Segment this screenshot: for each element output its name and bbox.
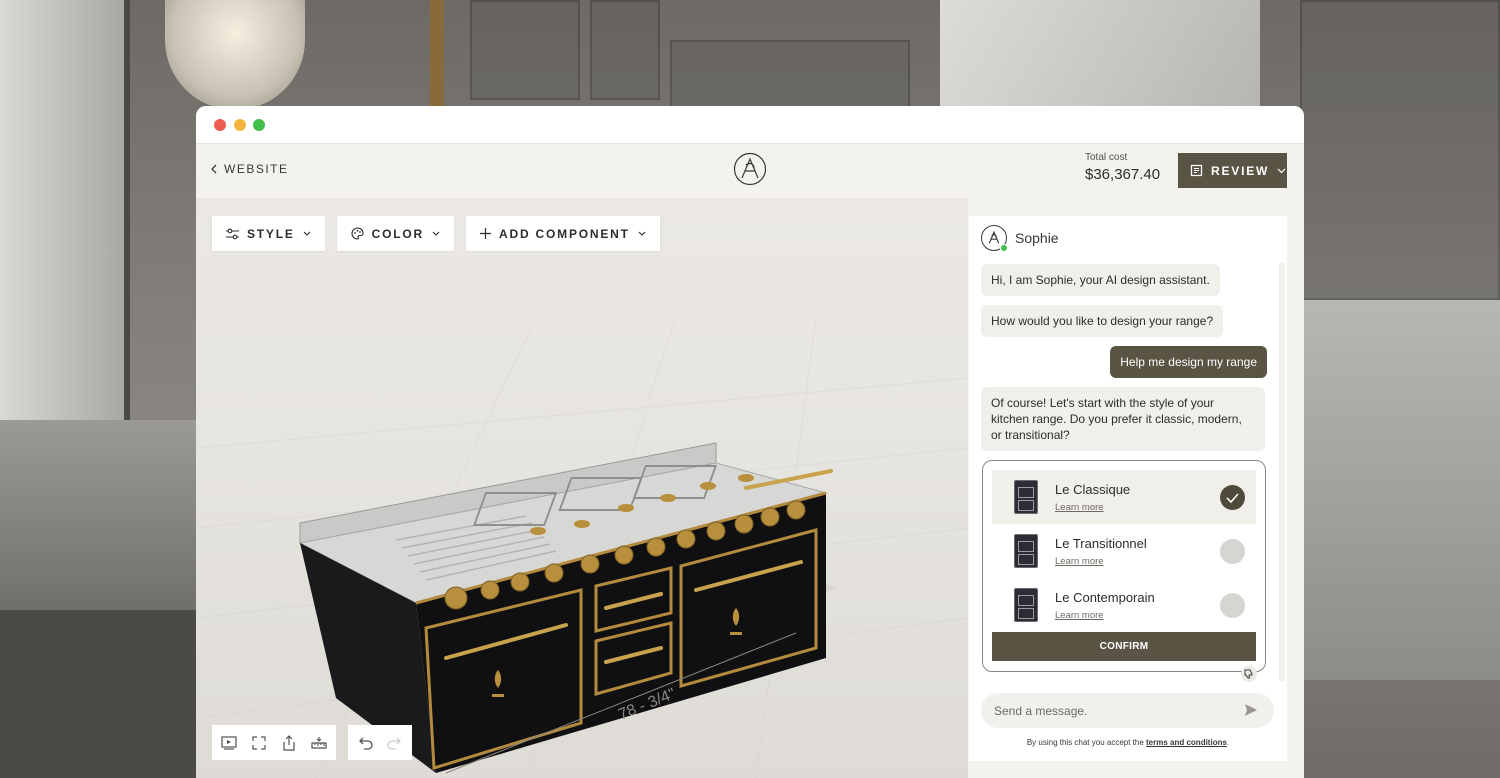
chevron-down-icon xyxy=(432,231,440,236)
maximize-window-button[interactable] xyxy=(253,119,265,131)
learn-more-link[interactable]: Learn more xyxy=(1055,556,1147,567)
close-window-button[interactable] xyxy=(214,119,226,131)
chevron-down-icon xyxy=(638,231,646,236)
range-thumbnail xyxy=(1014,480,1038,514)
undo-icon[interactable] xyxy=(356,734,374,752)
terms-notice: By using this chat you accept the terms … xyxy=(969,738,1287,747)
range-3d-model[interactable]: 78 - 3/4" xyxy=(276,328,836,778)
history-tools-group xyxy=(348,725,412,760)
option-radio[interactable] xyxy=(1220,539,1245,564)
option-name: Le Transitionnel xyxy=(1055,535,1147,551)
total-cost-value: $36,367.40 xyxy=(1085,166,1161,183)
style-label: STYLE xyxy=(247,226,295,241)
sliders-icon xyxy=(226,228,239,239)
style-dropdown[interactable]: STYLE xyxy=(212,216,325,251)
review-button[interactable]: REVIEW xyxy=(1178,153,1287,188)
option-radio-selected[interactable] xyxy=(1220,485,1245,510)
range-thumbnail xyxy=(1014,588,1038,622)
learn-more-link[interactable]: Learn more xyxy=(1055,502,1130,513)
option-le-contemporain[interactable]: Le Contemporain Learn more xyxy=(992,578,1256,632)
minimize-window-button[interactable] xyxy=(234,119,246,131)
user-message: Help me design my range xyxy=(1110,346,1267,378)
option-le-classique[interactable]: Le Classique Learn more xyxy=(992,470,1256,524)
assistant-name: Sophie xyxy=(1015,230,1059,246)
thumbs-down-icon[interactable] xyxy=(1241,666,1257,682)
redo-icon[interactable] xyxy=(386,734,404,752)
review-label: REVIEW xyxy=(1211,163,1270,178)
chevron-left-icon xyxy=(211,164,217,174)
assistant-message: How would you like to design your range? xyxy=(981,305,1224,337)
video-icon[interactable] xyxy=(220,734,238,752)
terms-suffix: . xyxy=(1226,738,1230,747)
terms-prefix: By using this chat you accept the xyxy=(1026,738,1147,747)
color-label: COLOR xyxy=(371,226,425,241)
add-component-dropdown[interactable]: ADD COMPONENT xyxy=(466,216,660,251)
back-label: WEBSITE xyxy=(224,162,289,176)
design-toolbar: STYLE COLOR ADD COMPONENT xyxy=(212,216,660,251)
assistant-message: Of course! Let's start with the style of… xyxy=(981,387,1265,451)
option-name: Le Classique xyxy=(1055,481,1131,497)
chevron-down-icon xyxy=(303,231,311,236)
total-cost-label: Total cost xyxy=(1085,152,1128,163)
app-header: WEBSITE Total cost $36,367.40 REVIEW xyxy=(196,144,1304,198)
online-status-dot xyxy=(1000,244,1008,252)
fullscreen-icon[interactable] xyxy=(250,734,268,752)
measure-icon[interactable] xyxy=(310,734,328,752)
viewport-controls xyxy=(212,725,412,760)
app-window: WEBSITE Total cost $36,367.40 REVIEW STY… xyxy=(196,106,1304,778)
chat-scrollbar[interactable] xyxy=(1279,262,1285,682)
style-options-card: Le Classique Learn more Le Transitionnel… xyxy=(982,460,1266,672)
plus-icon xyxy=(480,228,492,239)
learn-more-link[interactable]: Learn more xyxy=(1055,610,1155,621)
range-thumbnail xyxy=(1014,534,1038,568)
title-bar xyxy=(196,106,1304,144)
share-icon[interactable] xyxy=(280,734,298,752)
option-le-transitionnel[interactable]: Le Transitionnel Learn more xyxy=(992,524,1256,578)
chat-header: Sophie xyxy=(969,216,1287,260)
message-input-placeholder: Send a message. xyxy=(994,703,1088,718)
total-cost: Total cost $36,367.40 xyxy=(1085,152,1160,183)
terms-link[interactable]: terms and conditions xyxy=(1146,738,1227,747)
check-icon xyxy=(1226,492,1239,503)
assistant-message: Hi, I am Sophie, your AI design assistan… xyxy=(981,264,1220,296)
option-radio[interactable] xyxy=(1220,593,1245,618)
option-name: Le Contemporain xyxy=(1055,589,1155,605)
assistant-avatar xyxy=(981,225,1008,252)
receipt-icon xyxy=(1190,164,1203,177)
color-dropdown[interactable]: COLOR xyxy=(336,216,455,251)
brand-logo-icon[interactable] xyxy=(733,152,767,186)
view-tools-group xyxy=(212,725,336,760)
back-to-website-link[interactable]: WEBSITE xyxy=(210,162,289,176)
message-input[interactable]: Send a message. xyxy=(981,693,1274,728)
chevron-down-icon xyxy=(1277,168,1286,173)
confirm-button[interactable]: CONFIRM xyxy=(992,632,1256,661)
chat-panel: Sophie Hi, I am Sophie, your AI design a… xyxy=(969,216,1287,761)
send-icon[interactable] xyxy=(1244,703,1258,717)
palette-icon xyxy=(351,227,364,240)
3d-viewport[interactable]: STYLE COLOR ADD COMPONENT 78 - 3/4" xyxy=(196,198,968,778)
add-component-label: ADD COMPONENT xyxy=(499,226,630,241)
